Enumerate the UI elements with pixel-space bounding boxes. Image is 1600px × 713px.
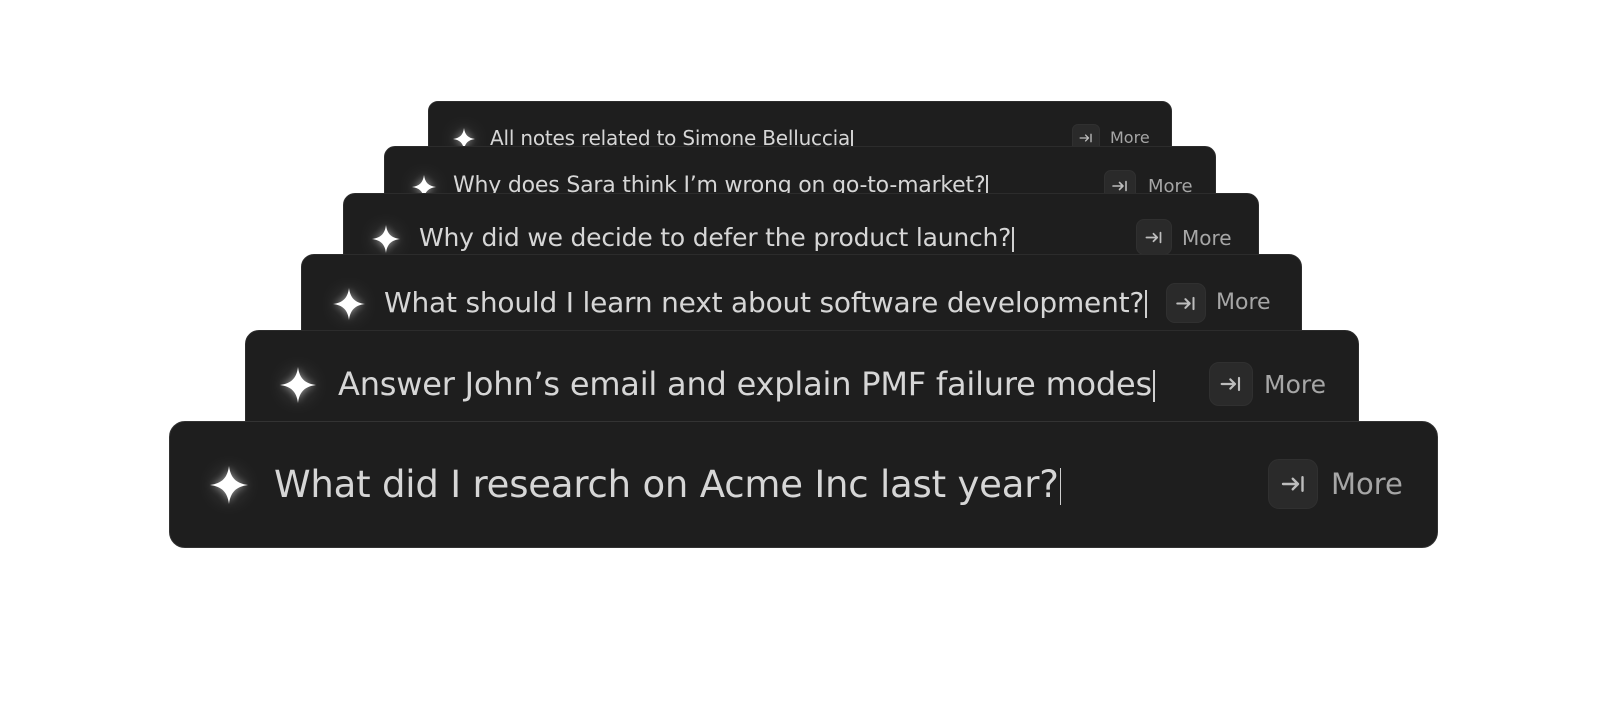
tab-arrow-icon xyxy=(1281,475,1306,493)
tab-arrow-icon xyxy=(1145,231,1163,244)
prompt-text: Why did we decide to defer the product l… xyxy=(419,223,1012,252)
prompt-input[interactable]: What did I research on Acme Inc last yea… xyxy=(274,461,1062,509)
tab-key-button[interactable] xyxy=(1209,362,1253,406)
sparkle-icon xyxy=(280,367,316,403)
more-button[interactable]: More xyxy=(1182,225,1232,251)
prompt-text: Answer John’s email and explain PMF fail… xyxy=(338,365,1152,403)
text-caret xyxy=(1145,290,1147,318)
prompt-text: What did I research on Acme Inc last yea… xyxy=(274,463,1059,506)
text-caret xyxy=(1012,226,1014,252)
sparkle-icon xyxy=(210,466,248,504)
sparkle-icon xyxy=(333,288,365,320)
prompt-input[interactable]: Answer John’s email and explain PMF fail… xyxy=(338,363,1155,405)
tab-arrow-icon xyxy=(1220,376,1242,392)
tab-arrow-icon xyxy=(1176,296,1196,311)
text-caret xyxy=(1153,370,1155,402)
tab-key-button[interactable] xyxy=(1166,283,1206,323)
tab-key-button[interactable] xyxy=(1268,459,1318,509)
tab-arrow-icon xyxy=(1112,180,1128,192)
tab-arrow-icon xyxy=(1079,133,1093,143)
prompt-text: What should I learn next about software … xyxy=(384,286,1145,319)
prompt-stack: All notes related to Simone Belluccia Mo… xyxy=(0,0,1600,713)
more-button[interactable]: More xyxy=(1331,466,1403,502)
more-button[interactable]: More xyxy=(1264,369,1326,401)
text-caret xyxy=(1059,468,1062,505)
more-button[interactable]: More xyxy=(1216,289,1271,317)
tab-key-button[interactable] xyxy=(1136,219,1172,255)
prompt-input[interactable]: What should I learn next about software … xyxy=(384,284,1147,322)
prompt-bar-acme-research[interactable]: What did I research on Acme Inc last yea… xyxy=(169,421,1438,548)
prompt-input[interactable]: Why did we decide to defer the product l… xyxy=(419,221,1014,255)
sparkle-icon xyxy=(372,225,400,253)
